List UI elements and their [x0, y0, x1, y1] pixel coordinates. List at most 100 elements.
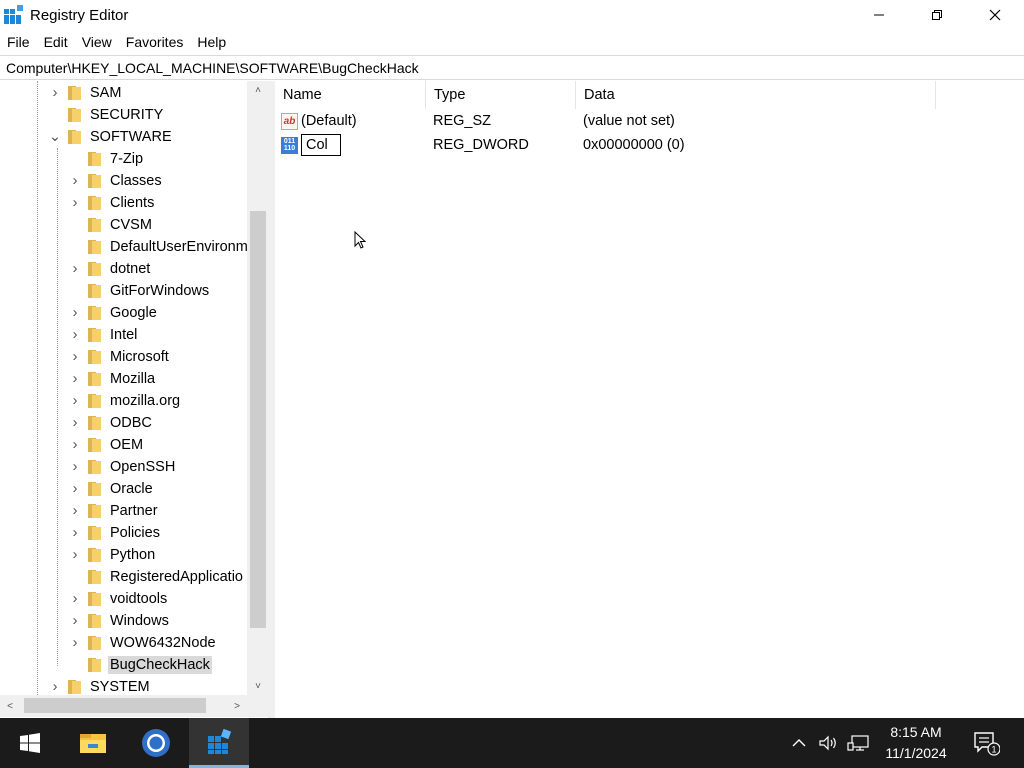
chevron-right-icon[interactable]: ›	[68, 393, 82, 409]
tree-item-sam[interactable]: › SAM	[48, 82, 122, 104]
tree-item-openssh[interactable]: › OpenSSH	[68, 456, 176, 478]
clock-date: 11/1/2024	[885, 745, 947, 761]
start-button[interactable]	[0, 718, 60, 768]
tree-item-intel[interactable]: › Intel	[68, 324, 138, 346]
chevron-right-icon[interactable]: ›	[68, 503, 82, 519]
key-tree[interactable]: › SAM SECURITY ⌄ SOFTWARE 7-Zip › Classes ›…	[0, 81, 269, 718]
column-type[interactable]: Type	[426, 81, 576, 109]
tree-item-cvsm[interactable]: CVSM	[68, 214, 152, 236]
chevron-right-icon[interactable]: ›	[48, 85, 62, 101]
tree-item-dotnet[interactable]: › dotnet	[68, 258, 151, 280]
tree-connector	[68, 658, 82, 672]
folder-icon	[88, 504, 104, 518]
chevron-right-icon[interactable]: ›	[68, 613, 82, 629]
windows-logo-icon	[20, 733, 40, 753]
clock[interactable]: 8:15 AM 11/1/2024	[878, 722, 954, 764]
folder-icon	[88, 658, 104, 672]
chevron-right-icon[interactable]: ›	[68, 635, 82, 651]
scroll-right-icon[interactable]: ˃	[227, 695, 247, 717]
chevron-right-icon[interactable]: ›	[68, 481, 82, 497]
chevron-right-icon[interactable]: ›	[68, 327, 82, 343]
menu-favorites[interactable]: Favorites	[119, 34, 191, 50]
address-bar[interactable]: Computer\HKEY_LOCAL_MACHINE\SOFTWARE\Bug…	[0, 55, 1024, 80]
tree-item-software[interactable]: ⌄ SOFTWARE	[48, 126, 172, 148]
tree-item-mozilla-org[interactable]: › mozilla.org	[68, 390, 181, 412]
tree-item-mozilla[interactable]: › Mozilla	[68, 368, 156, 390]
chevron-right-icon[interactable]: ›	[68, 459, 82, 475]
tree-item-windows[interactable]: › Windows	[68, 610, 169, 632]
show-hidden-icons-button[interactable]	[786, 718, 812, 768]
tree-horizontal-scrollbar[interactable]: ˂ ˃	[0, 695, 269, 717]
tree-item-google[interactable]: › Google	[68, 302, 157, 324]
tree-item-registeredapplicatio[interactable]: RegisteredApplicatio	[68, 566, 243, 588]
minimize-icon	[874, 14, 884, 16]
chevron-right-icon[interactable]: ›	[68, 547, 82, 563]
tree-item-wow6432node[interactable]: › WOW6432Node	[68, 632, 216, 654]
chevron-right-icon[interactable]: ›	[68, 371, 82, 387]
tree-vertical-scrollbar[interactable]: ˄ ˅	[247, 81, 269, 695]
chevron-right-icon[interactable]: ›	[68, 195, 82, 211]
tree-item-clients[interactable]: › Clients	[68, 192, 155, 214]
registry-editor-taskbar-button[interactable]	[189, 718, 249, 768]
restore-button[interactable]	[908, 0, 966, 30]
chrome-taskbar-button[interactable]	[126, 718, 186, 768]
tree-item-bugcheckhack[interactable]: BugCheckHack	[68, 654, 212, 676]
tree-item-partner[interactable]: › Partner	[68, 500, 158, 522]
chevron-right-icon[interactable]: ›	[68, 415, 82, 431]
folder-icon	[88, 328, 104, 342]
tree-item-label: ODBC	[110, 415, 152, 431]
tree-item-defaultuserenvironm[interactable]: DefaultUserEnvironm	[68, 236, 248, 258]
chevron-right-icon[interactable]: ›	[68, 525, 82, 541]
tree-item-microsoft[interactable]: › Microsoft	[68, 346, 169, 368]
value-type: REG_DWORD	[433, 137, 529, 153]
tree-item-security[interactable]: SECURITY	[48, 104, 163, 126]
chevron-right-icon[interactable]: ›	[68, 305, 82, 321]
tree-item-oem[interactable]: › OEM	[68, 434, 143, 456]
menu-view[interactable]: View	[75, 34, 119, 50]
tree-connector	[68, 240, 82, 254]
tree-item-python[interactable]: › Python	[68, 544, 156, 566]
menu-help[interactable]: Help	[190, 34, 233, 50]
chevron-right-icon[interactable]: ›	[68, 591, 82, 607]
scroll-down-icon[interactable]: ˅	[247, 677, 269, 695]
menu-edit[interactable]: Edit	[37, 34, 75, 50]
network-button[interactable]	[845, 718, 871, 768]
value-row[interactable]: ab (Default) REG_SZ (value not set)	[275, 109, 1024, 133]
scrollbar-thumb[interactable]	[24, 698, 206, 713]
taskbar: 8:15 AM 11/1/2024 1	[0, 718, 1024, 768]
file-explorer-taskbar-button[interactable]	[63, 718, 123, 768]
folder-icon	[88, 350, 104, 364]
value-name: (Default)	[301, 113, 357, 129]
menu-file[interactable]: File	[0, 34, 37, 50]
values-list[interactable]: Name Type Data ab (Default) REG_SZ (valu…	[275, 81, 1024, 718]
close-button[interactable]	[966, 0, 1024, 30]
tree-item-oracle[interactable]: › Oracle	[68, 478, 153, 500]
column-data[interactable]: Data	[576, 81, 936, 109]
rename-input[interactable]: Col	[301, 134, 341, 156]
chevron-up-icon	[792, 739, 806, 747]
tree-item-odbc[interactable]: › ODBC	[68, 412, 152, 434]
tree-item-policies[interactable]: › Policies	[68, 522, 160, 544]
chevron-right-icon[interactable]: ›	[68, 437, 82, 453]
scroll-left-icon[interactable]: ˂	[0, 695, 20, 717]
tree-item-7-zip[interactable]: 7-Zip	[68, 148, 143, 170]
minimize-button[interactable]	[850, 0, 908, 30]
tree-item-label: dotnet	[110, 261, 151, 277]
scrollbar-thumb[interactable]	[250, 211, 266, 628]
folder-icon	[68, 86, 84, 100]
chevron-right-icon[interactable]: ›	[48, 679, 62, 695]
folder-icon	[88, 372, 104, 386]
tree-item-classes[interactable]: › Classes	[68, 170, 162, 192]
chevron-right-icon[interactable]: ›	[68, 173, 82, 189]
volume-button[interactable]	[815, 718, 841, 768]
tree-item-voidtools[interactable]: › voidtools	[68, 588, 168, 610]
scroll-up-icon[interactable]: ˄	[247, 81, 269, 99]
notification-count: 1	[991, 745, 996, 755]
chevron-right-icon[interactable]: ›	[68, 261, 82, 277]
tree-item-gitforwindows[interactable]: GitForWindows	[68, 280, 209, 302]
chevron-right-icon[interactable]: ›	[68, 349, 82, 365]
chevron-down-icon[interactable]: ⌄	[48, 129, 62, 145]
value-row[interactable]: 011 110 Col REG_DWORD 0x00000000 (0)	[275, 133, 1024, 157]
action-center-button[interactable]: 1	[966, 718, 1006, 768]
column-name[interactable]: Name	[275, 81, 426, 109]
